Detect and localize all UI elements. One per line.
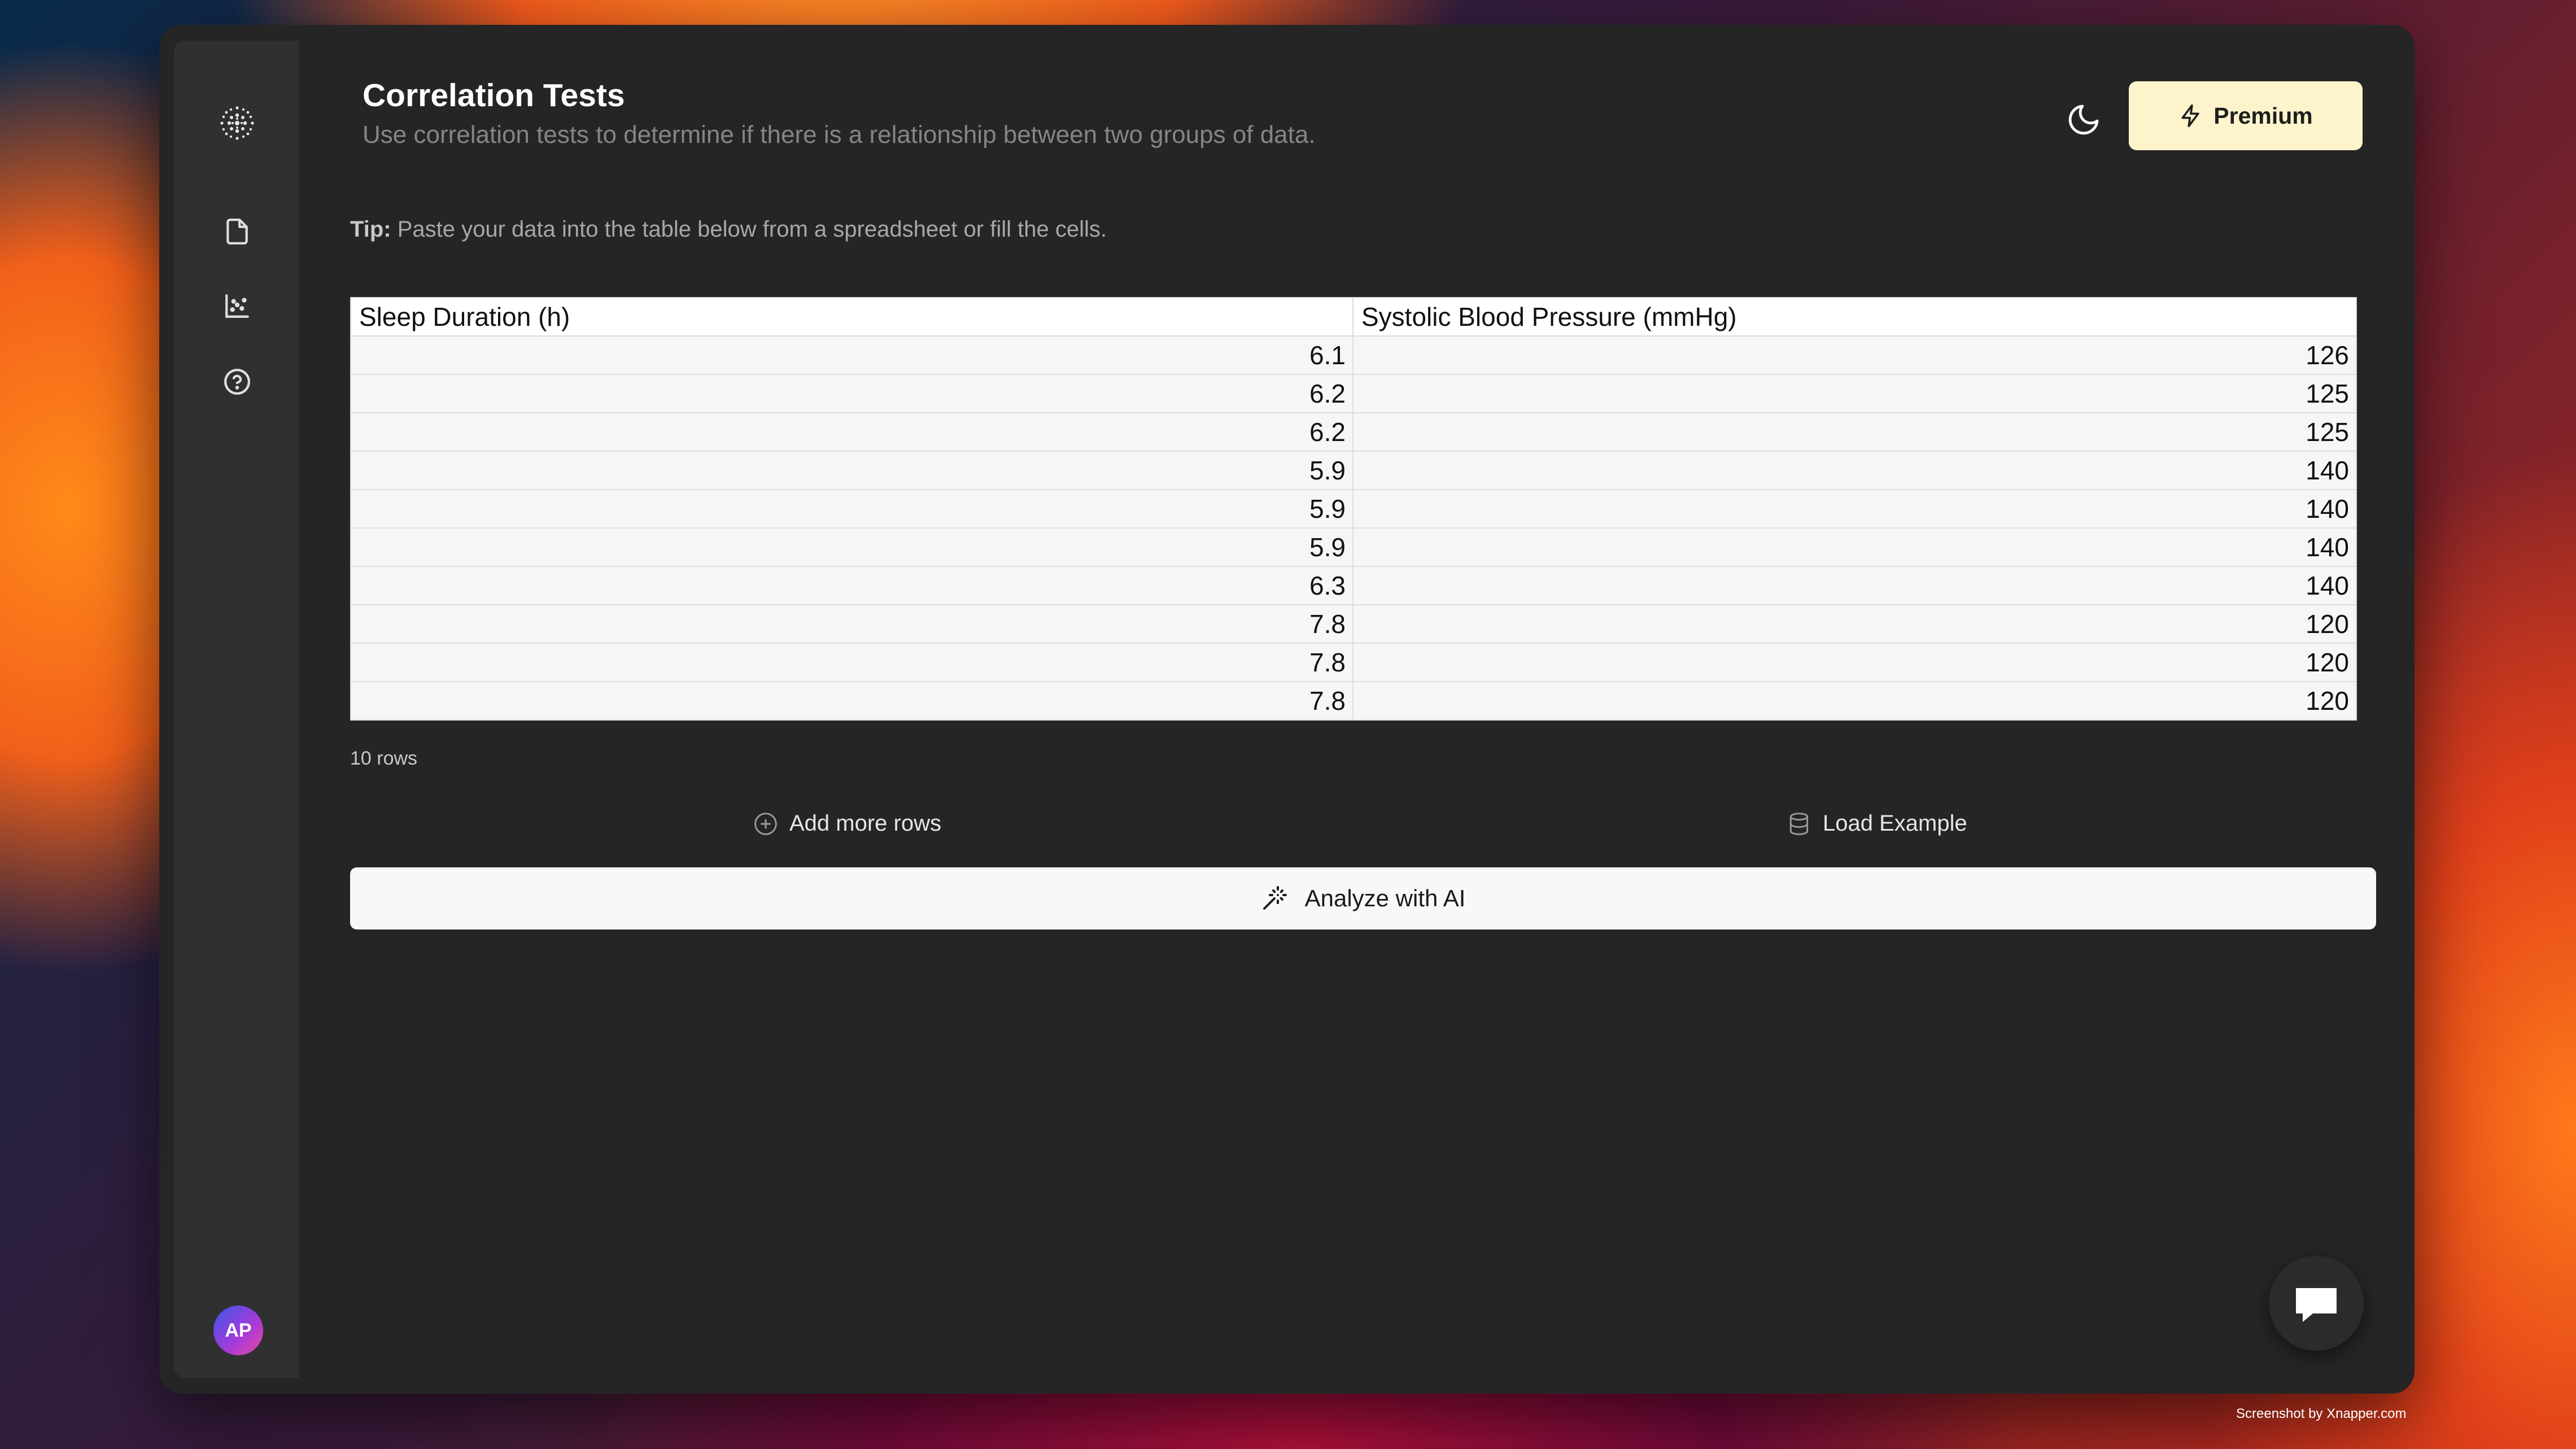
help-icon[interactable] [215,359,260,404]
table-row: 6.3 140 [350,566,2357,605]
load-example-label: Load Example [1823,811,1967,836]
column-header[interactable]: Sleep Duration (h) [350,297,1354,337]
table-row: 7.8 120 [350,643,2357,682]
premium-button[interactable]: Premium [2129,81,2363,150]
table-row: 5.9 140 [350,451,2357,490]
app-window: AP Correlation Tests Use correlation tes… [159,25,2415,1394]
table-cell[interactable]: 5.9 [350,527,1354,567]
scatter-chart-icon[interactable] [215,283,260,329]
analyze-label: Analyze with AI [1304,885,1466,911]
tip-body: Paste your data into the table below fro… [397,217,1107,242]
page-title: Correlation Tests [363,77,625,114]
table-cell[interactable]: 126 [1352,335,2357,375]
table-cell[interactable]: 120 [1352,604,2357,644]
table-row: 5.9 140 [350,527,2357,567]
tip-label: Tip: [350,217,391,242]
load-example-button[interactable]: Load Example [1787,811,1967,836]
table-cell[interactable]: 120 [1352,681,2357,721]
chat-button[interactable] [2269,1256,2364,1351]
table-row: 7.8 120 [350,681,2357,721]
theme-toggle-button[interactable] [2057,93,2111,147]
table-cell[interactable]: 5.9 [350,451,1354,490]
add-rows-label: Add more rows [789,811,941,836]
table-row: 5.9 140 [350,489,2357,529]
table-cell[interactable]: 140 [1352,566,2357,605]
table-row: 6.2 125 [350,374,2357,413]
table-cell[interactable]: 7.8 [350,604,1354,644]
table-cell[interactable]: 6.2 [350,374,1354,413]
table-cell[interactable]: 125 [1352,374,2357,413]
table-cell[interactable]: 7.8 [350,643,1354,682]
logo-icon[interactable] [215,101,260,146]
avatar[interactable]: AP [213,1306,263,1355]
screenshot-credit: Screenshot by Xnapper.com [2236,1406,2407,1421]
avatar-initials: AP [225,1319,252,1341]
row-count: 10 rows [350,748,418,769]
table-cell[interactable]: 6.3 [350,566,1354,605]
add-rows-button[interactable]: Add more rows [753,811,941,836]
moon-icon [2068,104,2099,135]
file-icon[interactable] [215,209,260,254]
table-row: 6.2 125 [350,412,2357,452]
magic-wand-icon [1263,886,1287,910]
premium-label: Premium [2213,102,2313,129]
column-header[interactable]: Systolic Blood Pressure (mmHg) [1352,297,2357,337]
lightning-icon [2181,104,2199,128]
table-row: 7.8 120 [350,604,2357,644]
plus-circle-icon [754,812,777,835]
database-icon [1789,812,1809,835]
table-header-row: Sleep Duration (h) Systolic Blood Pressu… [350,297,2357,337]
table-cell[interactable]: 120 [1352,643,2357,682]
sidebar: AP [174,41,299,1378]
table-cell[interactable]: 140 [1352,451,2357,490]
analyze-with-ai-button[interactable]: Analyze with AI [350,867,2376,929]
table-cell[interactable]: 7.8 [350,681,1354,721]
table-cell[interactable]: 140 [1352,527,2357,567]
table-cell[interactable]: 140 [1352,489,2357,529]
table-row: 6.1 126 [350,335,2357,375]
table-cell[interactable]: 125 [1352,412,2357,452]
chat-bubble-icon [2296,1288,2337,1322]
page-subtitle: Use correlation tests to determine if th… [363,121,1316,149]
table-cell[interactable]: 5.9 [350,489,1354,529]
tip-text: Tip: Paste your data into the table belo… [350,217,1107,242]
data-table[interactable]: Sleep Duration (h) Systolic Blood Pressu… [350,297,2357,721]
table-cell[interactable]: 6.1 [350,335,1354,375]
table-cell[interactable]: 6.2 [350,412,1354,452]
